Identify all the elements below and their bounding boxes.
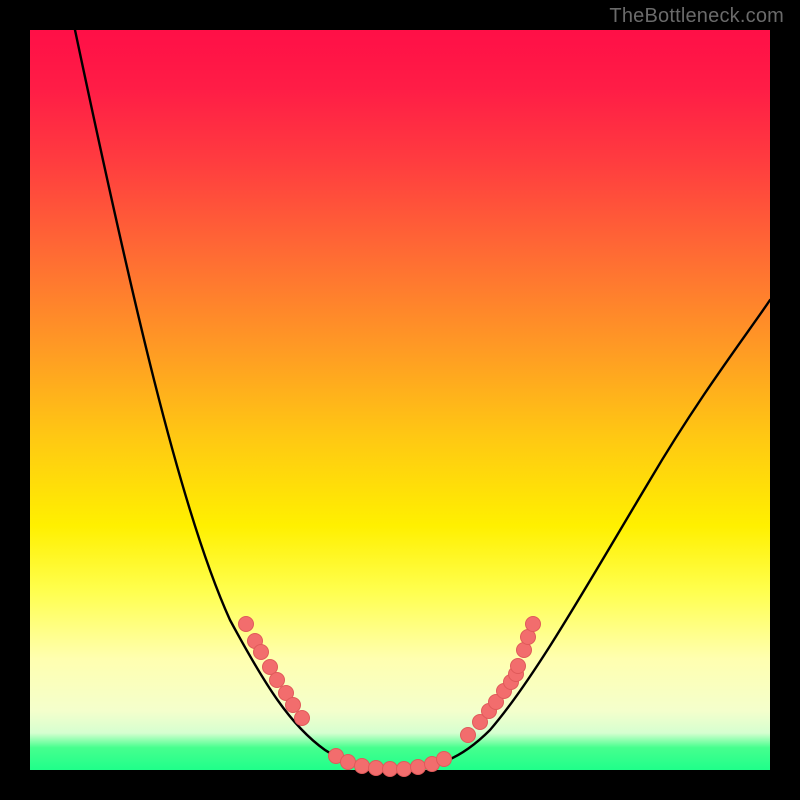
data-dot (383, 762, 398, 777)
data-dot (355, 759, 370, 774)
data-dot (369, 761, 384, 776)
data-dot (397, 762, 412, 777)
data-dot (437, 752, 452, 767)
dots-left-cluster (239, 617, 310, 726)
data-dot (511, 659, 526, 674)
data-dot (341, 755, 356, 770)
chart-overlay (30, 30, 770, 770)
data-dot (239, 617, 254, 632)
chart-frame: TheBottleneck.com (0, 0, 800, 800)
data-dot (411, 760, 426, 775)
chart-plot-area (30, 30, 770, 770)
data-dot (295, 711, 310, 726)
data-dot (286, 698, 301, 713)
dots-trough (329, 749, 452, 777)
bottleneck-curve (75, 30, 770, 768)
data-dot (254, 645, 269, 660)
watermark-text: TheBottleneck.com (609, 5, 784, 28)
data-dot (270, 673, 285, 688)
data-dot (461, 728, 476, 743)
data-dot (526, 617, 541, 632)
